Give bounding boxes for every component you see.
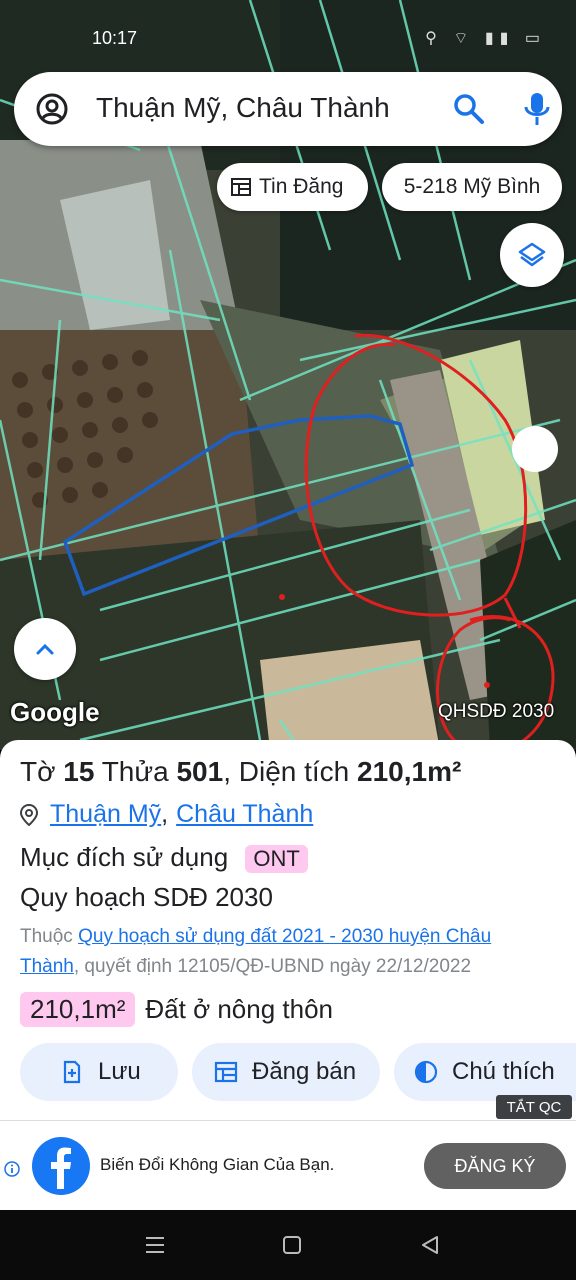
google-logo: Google: [10, 697, 100, 727]
sheet-number: 15: [63, 756, 95, 787]
area-pill: 210,1m²: [20, 992, 136, 1027]
recent-apps-icon[interactable]: [144, 1234, 166, 1256]
address-chip[interactable]: 5-218 Mỹ Bình: [382, 163, 562, 211]
location-separator: ,: [161, 800, 169, 828]
ward-link[interactable]: Thuận Mỹ: [50, 800, 161, 829]
layers-icon: [518, 242, 546, 267]
legend-button[interactable]: Chú thích: [394, 1043, 576, 1101]
legend-button-label: Chú thích: [452, 1058, 555, 1085]
search-query[interactable]: Thuận Mỹ, Châu Thành: [96, 92, 390, 124]
expand-button[interactable]: [14, 618, 76, 680]
facebook-logo-icon: [32, 1137, 90, 1195]
listing-icon: [214, 1061, 238, 1083]
search-bar[interactable]: Thuận Mỹ, Châu Thành: [14, 72, 562, 146]
land-type: Đất ở nông thôn: [145, 994, 334, 1024]
parcel-heading: Tờ 15 Thửa 501, Diện tích 210,1m²: [20, 756, 462, 787]
ad-info-icon[interactable]: [4, 1161, 20, 1177]
map-layer-label: QHSDĐ 2030: [438, 701, 555, 722]
location-pin-icon: [20, 803, 38, 826]
plan-title: Quy hoạch SDĐ 2030: [20, 882, 273, 912]
status-time: 10:17: [92, 28, 138, 48]
land-use-purpose: Mục đích sử dụng ONT: [20, 842, 308, 873]
contrast-icon: [414, 1060, 438, 1084]
listing-icon: [231, 178, 251, 196]
purpose-code-badge: ONT: [245, 845, 308, 873]
plan-reference: Thuộc Quy hoạch sử dụng đất 2021 - 2030 …: [20, 922, 550, 982]
post-for-sale-button[interactable]: Đăng bán: [192, 1043, 380, 1101]
decision-text: , quyết định 12105/QĐ-UBND ngày 22/12/20…: [73, 956, 472, 977]
land-area-row: 210,1m² Đất ở nông thôn: [20, 992, 333, 1027]
ad-signup-button[interactable]: ĐĂNG KÝ: [424, 1143, 566, 1189]
location-row: Thuận Mỹ , Châu Thành: [20, 800, 313, 829]
bookmark-add-icon: [63, 1060, 81, 1084]
plot-number: 501: [176, 756, 224, 787]
map-view[interactable]: 10:17 ⚲ ⌔ ▮▮ ▭ Thuận Mỹ, Châu Thành Tin …: [0, 0, 576, 750]
posts-chip[interactable]: Tin Đăng: [217, 163, 368, 211]
posts-chip-label: Tin Đăng: [259, 175, 344, 198]
area-value: 210,1m²: [357, 756, 462, 787]
address-chip-label: 5-218 Mỹ Bình: [403, 175, 541, 198]
home-icon[interactable]: [281, 1234, 303, 1256]
sheet-label: Tờ: [20, 756, 56, 787]
status-bar: 10:17 ⚲ ⌔ ▮▮ ▭: [0, 22, 576, 56]
hide-ad-button[interactable]: TẮT QC: [496, 1095, 572, 1119]
ad-text: Biến Đổi Không Gian Của Bạn.: [100, 1155, 335, 1174]
plot-label: Thửa: [101, 756, 169, 787]
save-button[interactable]: Lưu: [20, 1043, 178, 1101]
area-label: Diện tích: [238, 756, 350, 787]
belongs-prefix: Thuộc: [20, 926, 73, 947]
layers-button[interactable]: [500, 223, 564, 287]
ad-banner[interactable]: Biến Đổi Không Gian Của Bạn. ĐĂNG KÝ: [0, 1120, 576, 1211]
search-icon[interactable]: [452, 92, 486, 126]
district-link[interactable]: Châu Thành: [176, 800, 313, 829]
back-icon[interactable]: [419, 1234, 441, 1256]
microphone-icon[interactable]: [522, 91, 552, 127]
chevron-up-icon: [36, 643, 54, 655]
purpose-label: Mục đích sử dụng: [20, 842, 229, 872]
system-nav-bar: [0, 1210, 576, 1280]
account-icon[interactable]: [36, 93, 68, 125]
floating-assistive-dot[interactable]: [512, 426, 558, 472]
save-button-label: Lưu: [98, 1058, 141, 1085]
status-icons: ⚲ ⌔ ▮▮ ▭: [425, 30, 546, 47]
post-for-sale-label: Đăng bán: [252, 1058, 357, 1085]
